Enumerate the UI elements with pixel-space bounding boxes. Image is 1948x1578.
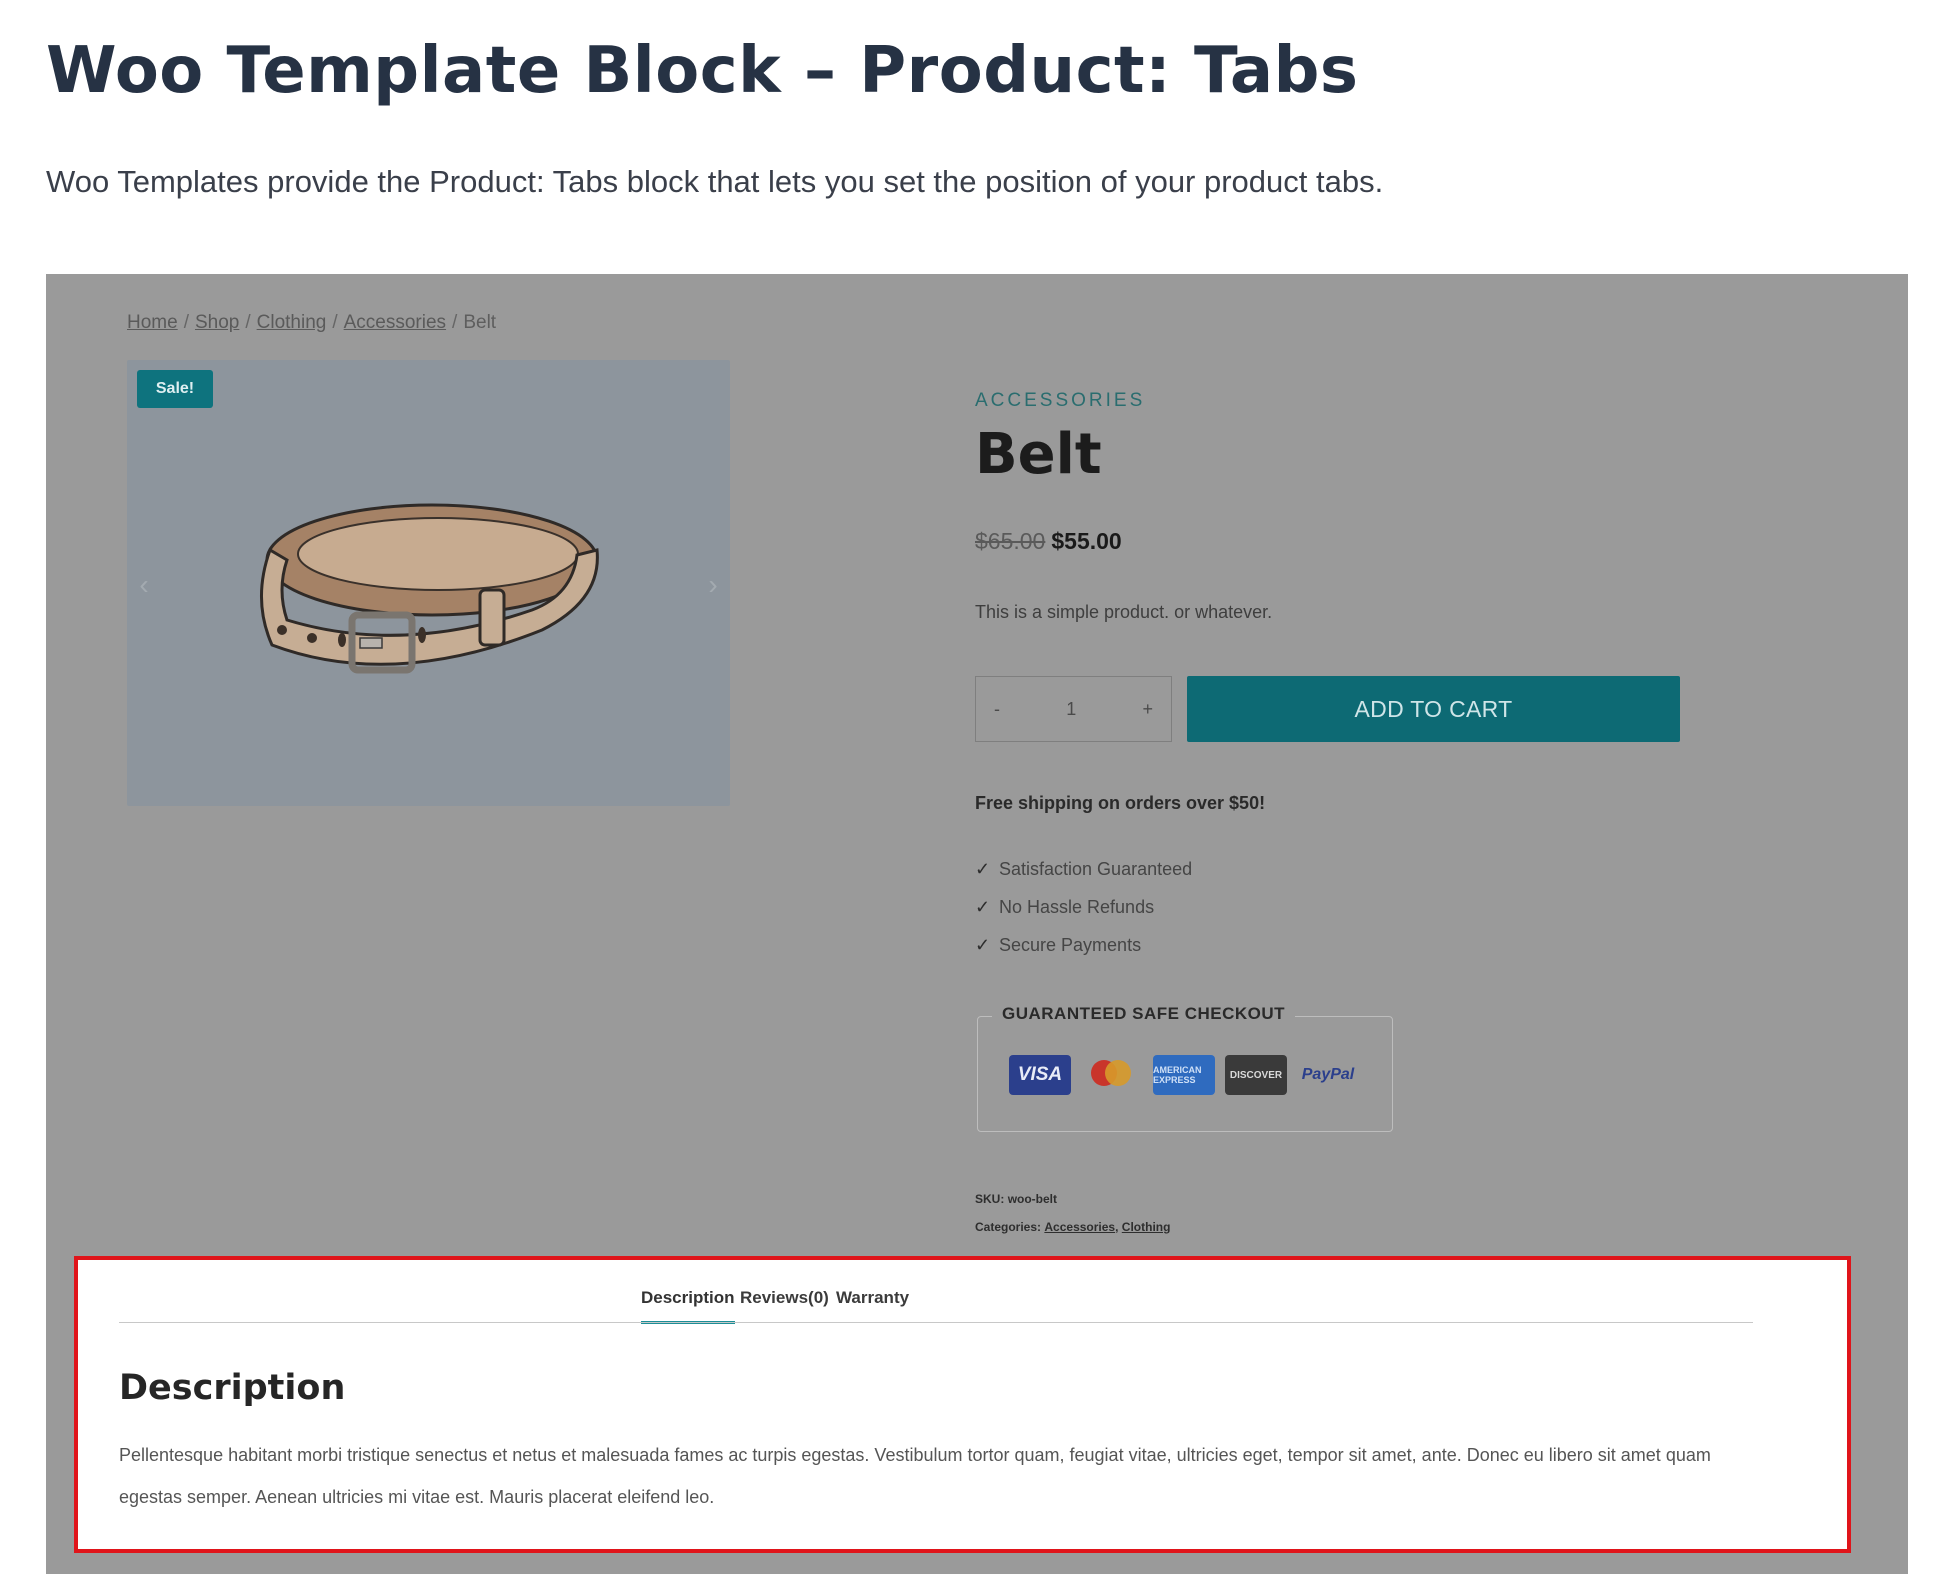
breadcrumb-separator: / [452, 312, 458, 333]
product-gallery[interactable]: Sale! ‹ › [127, 360, 730, 806]
sku-label: SKU: [975, 1192, 1005, 1206]
categories-row: Categories: Accessories, Clothing [975, 1213, 1170, 1241]
product-page-screenshot: Home / Shop / Clothing / Accessories / Belt Sale… [46, 274, 1908, 1574]
tab-content-heading: Description [119, 1368, 346, 1408]
chevron-left-icon[interactable]: ‹ [129, 560, 159, 610]
amex-icon: AMERICAN EXPRESS [1153, 1055, 1215, 1095]
sku-row: SKU: woo-belt [975, 1185, 1170, 1213]
usp-list: ✓ Satisfaction Guaranteed ✓ No Hassle Re… [975, 850, 1192, 964]
breadcrumb-separator: / [332, 312, 338, 333]
category-link-accessories[interactable]: Accessories [1044, 1220, 1115, 1234]
sale-price: $55.00 [1051, 528, 1122, 554]
regular-price: $65.00 [975, 528, 1046, 554]
product-meta: SKU: woo-belt Categories: Accessories, C… [975, 1185, 1170, 1241]
mastercard-icon [1081, 1055, 1143, 1095]
tab-description[interactable]: Description [641, 1284, 735, 1324]
safe-checkout-legend: GUARANTEED SAFE CHECKOUT [992, 1004, 1296, 1024]
visa-icon: VISA [1009, 1055, 1071, 1095]
paypal-icon: PayPal [1297, 1055, 1359, 1095]
qty-minus-button[interactable]: - [994, 699, 1000, 720]
usp-label: Satisfaction Guaranteed [999, 858, 1193, 879]
safe-checkout-box: GUARANTEED SAFE CHECKOUT VISA AMERICAN E… [977, 1004, 1393, 1132]
short-description: This is a simple product. or whatever. [975, 602, 1273, 622]
breadcrumb-current: Belt [463, 312, 497, 333]
tab-warranty[interactable]: Warranty [836, 1284, 909, 1324]
tab-content-text: Pellentesque habitant morbi tristique se… [119, 1445, 1711, 1507]
usp-label: No Hassle Refunds [999, 896, 1155, 917]
breadcrumb-accessories[interactable]: Accessories [344, 312, 446, 333]
usp-label: Secure Payments [999, 934, 1142, 955]
tab-reviews[interactable]: Reviews(0) [740, 1284, 829, 1324]
product-price: $65.00 $55.00 [975, 528, 1122, 555]
intro-paragraph: Woo Templates provide the Product: Tabs … [46, 164, 1384, 199]
usp-item: ✓ Secure Payments [975, 926, 1192, 964]
payment-icons: VISA AMERICAN EXPRESS DISCOVER PayPal [1009, 1055, 1359, 1095]
categories-separator: , [1115, 1220, 1119, 1234]
breadcrumb-home[interactable]: Home [127, 312, 178, 333]
breadcrumb: Home / Shop / Clothing / Accessories / Belt [127, 312, 496, 334]
breadcrumb-separator: / [183, 312, 189, 333]
quantity-input[interactable]: 1 [1066, 699, 1076, 720]
usp-item: ✓ Satisfaction Guaranteed [975, 850, 1192, 888]
belt-product-image [260, 503, 599, 674]
shipping-note: Free shipping on orders over $50! [975, 793, 1266, 813]
page-title: Woo Template Block – Product: Tabs [46, 34, 1359, 108]
usp-item: ✓ No Hassle Refunds [975, 888, 1192, 926]
sale-badge: Sale! [137, 370, 213, 408]
category-link-clothing[interactable]: Clothing [1122, 1220, 1171, 1234]
breadcrumb-separator: / [245, 312, 251, 333]
quantity-stepper[interactable]: - 1 + [975, 676, 1172, 742]
tabs-nav: Description Reviews(0) Warranty [78, 1284, 1847, 1324]
breadcrumb-clothing[interactable]: Clothing [257, 312, 327, 333]
check-icon: ✓ [975, 858, 991, 879]
check-icon: ✓ [975, 934, 991, 955]
product-tabs-highlight: Description Reviews(0) Warranty Descript… [74, 1256, 1851, 1553]
check-icon: ✓ [975, 896, 991, 917]
categories-label: Categories: [975, 1220, 1042, 1234]
add-to-cart-button[interactable]: ADD TO CART [1187, 676, 1680, 742]
sku-value: woo-belt [1007, 1192, 1058, 1206]
discover-icon: DISCOVER [1225, 1055, 1287, 1095]
breadcrumb-shop[interactable]: Shop [195, 312, 239, 333]
chevron-right-icon[interactable]: › [698, 560, 728, 610]
tabs-divider [119, 1322, 1753, 1323]
qty-plus-button[interactable]: + [1142, 699, 1153, 720]
product-category[interactable]: ACCESSORIES [975, 390, 1145, 412]
product-title: Belt [975, 422, 1102, 487]
